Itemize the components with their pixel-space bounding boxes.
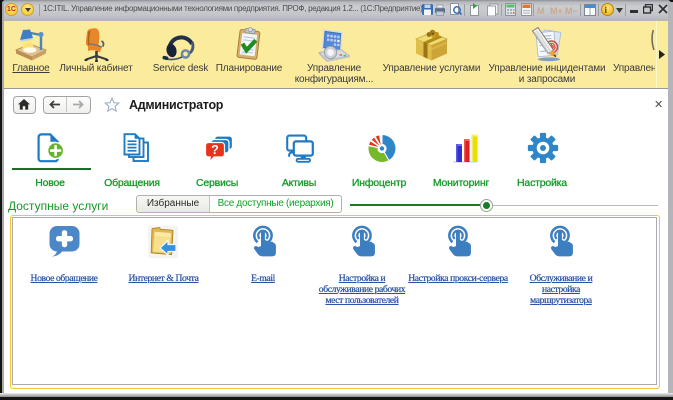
svg-text:?: ? xyxy=(211,143,219,157)
